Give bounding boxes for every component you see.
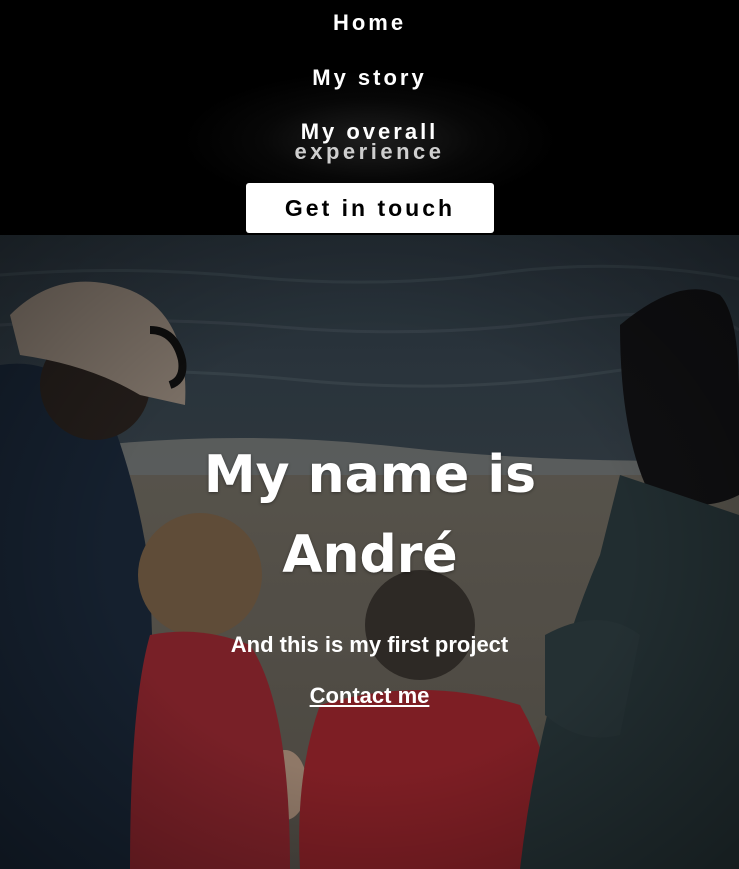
nav-link-my-story[interactable]: My story	[0, 65, 739, 91]
nav-link-my-overall-experience[interactable]: My overall experience	[0, 120, 739, 164]
nav-link-label-line2: experience	[294, 139, 445, 164]
nav-link-home[interactable]: Home	[0, 10, 739, 36]
hero-title: My name is André	[120, 435, 620, 595]
navigation-bar: Home My story My overall experience Get …	[0, 0, 739, 235]
hero-subtitle: And this is my first project	[230, 632, 509, 657]
contact-me-link[interactable]: Contact me	[310, 683, 430, 708]
get-in-touch-button[interactable]: Get in touch	[246, 183, 494, 233]
hero-title-line1: My name is	[203, 445, 537, 505]
hero-link-wrapper: Contact me	[0, 683, 739, 709]
hero-title-line2: André	[282, 525, 458, 585]
hero-section: My name is André And this is my first pr…	[0, 235, 739, 869]
